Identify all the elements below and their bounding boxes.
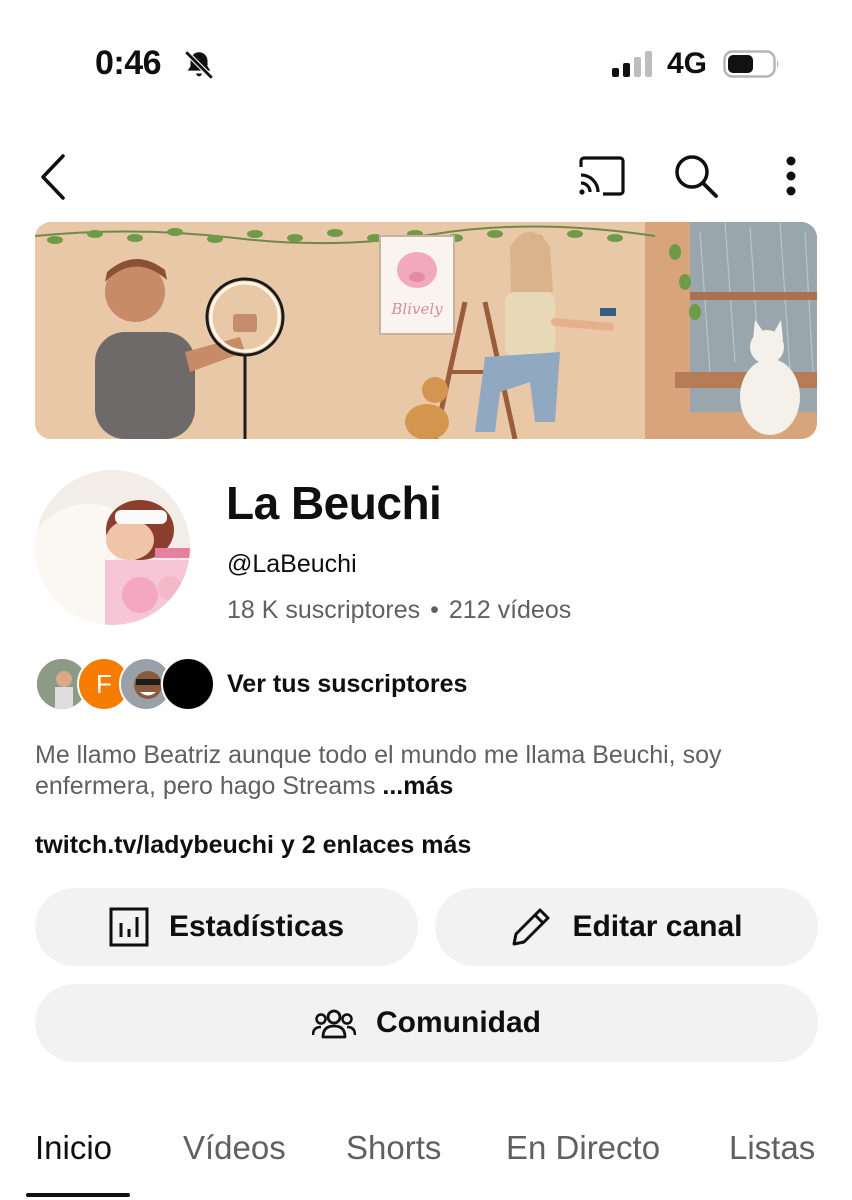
tab-en-directo[interactable]: En Directo	[506, 1129, 660, 1167]
channel-links[interactable]: twitch.tv/ladybeuchi y 2 enlaces más	[35, 831, 471, 860]
back-arrow-icon	[41, 154, 65, 200]
community-button[interactable]: Comunidad	[35, 984, 818, 1062]
tab-videos[interactable]: Vídeos	[183, 1129, 286, 1167]
search-icon	[675, 155, 718, 198]
network-type: 4G	[667, 47, 708, 80]
channel-name: La Beuchi	[226, 477, 442, 529]
video-count: 212 vídeos	[448, 596, 572, 624]
channel-tabs: Inicio Vídeos Shorts En Directo Listas	[0, 1125, 852, 1200]
community-icon	[312, 1009, 356, 1039]
analytics-icon	[109, 907, 149, 947]
view-subscribers-link[interactable]: Ver tus suscriptores	[227, 670, 467, 699]
more-vert-icon	[786, 156, 796, 196]
subscriber-count: 18 K suscriptores	[227, 596, 421, 624]
description-text: Me llamo Beatriz aunque todo el mundo me…	[35, 741, 722, 800]
description-more-link[interactable]: ...más	[382, 772, 453, 800]
subscriber-avatar-letter: F	[96, 668, 112, 699]
channel-handle: @LaBeuchi	[227, 550, 357, 578]
tab-shorts[interactable]: Shorts	[346, 1129, 441, 1167]
stats-separator: •	[430, 596, 439, 624]
signal-icon	[612, 51, 652, 77]
edit-channel-label: Editar canal	[572, 910, 743, 943]
view-subscribers-row[interactable]: F Ver tus suscriptores	[35, 657, 535, 712]
search-button[interactable]	[670, 150, 722, 202]
more-options-button[interactable]	[770, 150, 812, 202]
tab-listas[interactable]: Listas	[729, 1129, 815, 1167]
channel-description[interactable]: Me llamo Beatriz aunque todo el mundo me…	[35, 740, 825, 802]
battery-icon	[723, 50, 779, 78]
stats-button[interactable]: Estadísticas	[35, 888, 418, 966]
subscriber-avatar	[161, 657, 215, 711]
banner-illustration: Blively	[35, 222, 817, 439]
community-label: Comunidad	[376, 1006, 541, 1039]
stats-button-label: Estadísticas	[168, 910, 345, 943]
banner-sign-text: Blively	[390, 300, 443, 318]
channel-banner[interactable]: Blively	[35, 222, 817, 439]
status-time: 0:46	[95, 44, 162, 82]
avatar-image	[35, 470, 190, 625]
cast-button[interactable]	[574, 152, 628, 200]
bell-off-icon	[184, 50, 214, 80]
tab-inicio[interactable]: Inicio	[35, 1129, 112, 1167]
active-tab-indicator	[26, 1193, 130, 1197]
cast-icon	[579, 156, 625, 196]
pencil-icon	[512, 908, 550, 946]
channel-stats: 18 K suscriptores • 212 vídeos	[227, 596, 571, 625]
channel-avatar[interactable]	[35, 470, 190, 625]
back-button[interactable]	[28, 150, 78, 204]
edit-channel-button[interactable]: Editar canal	[435, 888, 818, 966]
